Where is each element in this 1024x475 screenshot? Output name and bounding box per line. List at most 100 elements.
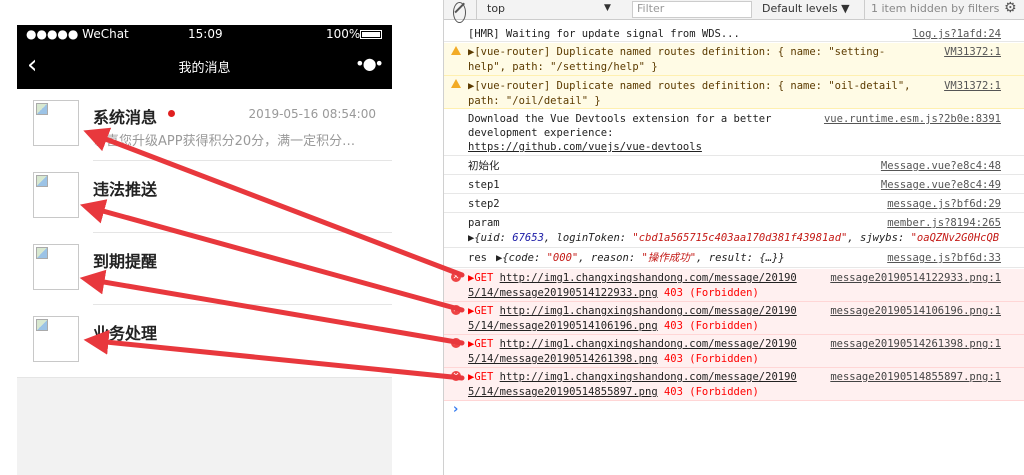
- nav-bar: ‹ 我的消息 •●•: [17, 45, 392, 89]
- source-link[interactable]: message20190514122933.png:1: [830, 271, 1001, 285]
- warning-icon: [451, 46, 461, 55]
- http-status: 403 (Forbidden): [663, 386, 759, 398]
- log-message: step2: [468, 198, 500, 210]
- http-status: 403 (Forbidden): [663, 320, 759, 332]
- phone-screen: ●●●●● WeChat 15:09 100% ‹ 我的消息 •●• 系统消息 …: [17, 25, 392, 475]
- battery-label: 100%: [326, 27, 361, 41]
- source-link[interactable]: Message.vue?e8c4:49: [881, 178, 1001, 192]
- list-item-business[interactable]: 业务处理: [17, 305, 392, 377]
- http-method: GET: [474, 371, 494, 383]
- devtools-console: top ▼ Filter Default levels ▼ 1 item hid…: [443, 0, 1024, 475]
- error-icon: ✕: [451, 338, 461, 348]
- object-preview[interactable]: ▶{code: "000", reason: "操作成功", result: {…: [496, 251, 785, 265]
- request-url[interactable]: 5/14/message20190514855897.png: [468, 386, 658, 398]
- request-url[interactable]: http://img1.changxingshandong.com/messag…: [500, 272, 797, 284]
- levels-select[interactable]: Default levels ▼: [762, 0, 850, 19]
- obj-value: "oaQZNv2G0HcQB: [910, 232, 1000, 244]
- message-list: 系统消息 2019-05-16 08:54:00 恭喜您升级APP获得积分20分…: [17, 89, 392, 378]
- obj-key: loginToken: [556, 232, 620, 244]
- log-message: ▶[vue-router] Duplicate named routes def…: [468, 80, 911, 92]
- console-row-error: ✕ ▶GET http://img1.changxingshandong.com…: [444, 368, 1024, 401]
- console-prompt-icon[interactable]: ›: [453, 402, 458, 417]
- console-row: Download the Vue Devtools extension for …: [444, 110, 1024, 156]
- request-url[interactable]: 5/14/message20190514106196.png: [468, 320, 658, 332]
- log-message: Download the Vue Devtools extension for …: [468, 113, 772, 125]
- log-message: step1: [468, 179, 500, 191]
- log-message: development experience:: [468, 127, 614, 139]
- error-icon: ✕: [451, 305, 461, 315]
- broken-image-icon: [33, 172, 79, 218]
- source-link[interactable]: member.js?8194:265: [887, 216, 1001, 230]
- more-options-icon[interactable]: •●•: [355, 54, 384, 73]
- devtools-link[interactable]: https://github.com/vuejs/vue-devtools: [468, 140, 702, 154]
- broken-image-icon: [33, 244, 79, 290]
- log-message: path: "/oil/detail" }: [468, 95, 601, 107]
- console-row: step2 message.js?bf6d:29: [444, 195, 1024, 213]
- context-select[interactable]: top: [476, 0, 607, 19]
- http-method: GET: [474, 305, 494, 317]
- object-preview[interactable]: ▶{uid: 67653, loginToken: "cbd1a565715c4…: [468, 231, 999, 245]
- console-row: step1 Message.vue?e8c4:49: [444, 176, 1024, 194]
- obj-value: "cbd1a565715c403aa170d381f43981ad": [632, 232, 848, 244]
- dropdown-arrow-icon[interactable]: ▼: [604, 0, 611, 19]
- console-row: param member.js?8194:265 ▶{uid: 67653, l…: [444, 214, 1024, 248]
- console-row-error: ✕ ▶GET http://img1.changxingshandong.com…: [444, 302, 1024, 335]
- source-link[interactable]: VM31372:1: [944, 79, 1001, 93]
- source-link[interactable]: message.js?bf6d:33: [887, 251, 1001, 265]
- obj-value: {…}: [759, 252, 779, 264]
- request-url[interactable]: 5/14/message20190514261398.png: [468, 353, 658, 365]
- log-message: ▶[vue-router] Duplicate named routes def…: [468, 46, 886, 58]
- http-status: 403 (Forbidden): [663, 353, 759, 365]
- list-item-system[interactable]: 系统消息 2019-05-16 08:54:00 恭喜您升级APP获得积分20分…: [17, 89, 392, 161]
- obj-key: uid: [480, 232, 500, 244]
- log-message: 初始化: [468, 160, 500, 172]
- request-url[interactable]: http://img1.changxingshandong.com/messag…: [500, 371, 797, 383]
- request-url[interactable]: 5/14/message20190514122933.png: [468, 287, 658, 299]
- hidden-count: 1 item hidden by filters: [864, 0, 999, 19]
- item-title: 业务处理: [93, 324, 158, 343]
- divider: [17, 377, 392, 378]
- obj-key: reason: [590, 252, 629, 264]
- request-url[interactable]: http://img1.changxingshandong.com/messag…: [500, 338, 797, 350]
- battery-icon: [360, 30, 382, 39]
- broken-image-icon: [33, 100, 79, 146]
- source-link[interactable]: Message.vue?e8c4:48: [881, 159, 1001, 173]
- item-title: 到期提醒: [93, 252, 158, 271]
- filter-input[interactable]: Filter: [632, 1, 752, 18]
- clock-label: 15:09: [188, 27, 223, 41]
- unread-dot: [168, 110, 175, 117]
- item-subtitle: 恭喜您升级APP获得积分20分，满一定积分…: [93, 134, 356, 149]
- http-status: 403 (Forbidden): [663, 287, 759, 299]
- source-link[interactable]: message.js?bf6d:29: [887, 197, 1001, 211]
- request-url[interactable]: http://img1.changxingshandong.com/messag…: [500, 305, 797, 317]
- console-row-warning: ▶[vue-router] Duplicate named routes def…: [444, 76, 1024, 109]
- item-title: 违法推送: [93, 180, 158, 199]
- carrier-label: ●●●●● WeChat: [26, 27, 129, 41]
- http-method: GET: [474, 272, 494, 284]
- obj-value: "操作成功": [641, 252, 697, 264]
- page-title: 我的消息: [178, 61, 231, 76]
- source-link[interactable]: vue.runtime.esm.js?2b0e:8391: [824, 112, 1001, 126]
- gear-icon[interactable]: ⚙: [1004, 0, 1017, 19]
- clear-console-icon[interactable]: [453, 2, 466, 23]
- broken-image-icon: [33, 316, 79, 362]
- log-message: [HMR] Waiting for update signal from WDS…: [468, 28, 740, 40]
- console-row: [HMR] Waiting for update signal from WDS…: [444, 26, 1024, 42]
- error-icon: ✕: [451, 371, 461, 381]
- obj-key: result: [708, 252, 747, 264]
- source-link[interactable]: log.js?1afd:24: [912, 27, 1001, 41]
- console-row-error: ✕ ▶GET http://img1.changxingshandong.com…: [444, 269, 1024, 302]
- item-time: 2019-05-16 08:54:00: [248, 107, 376, 121]
- console-row: 初始化 Message.vue?e8c4:48: [444, 157, 1024, 175]
- list-item-expiry[interactable]: 到期提醒: [17, 233, 392, 305]
- list-item-violation[interactable]: 违法推送: [17, 161, 392, 233]
- log-message: help", path: "/setting/help" }: [468, 61, 658, 73]
- error-icon: ✕: [451, 272, 461, 282]
- obj-key: sjwybs: [860, 232, 898, 244]
- source-link[interactable]: VM31372:1: [944, 45, 1001, 59]
- log-message: res: [468, 252, 487, 264]
- source-link[interactable]: message20190514106196.png:1: [830, 304, 1001, 318]
- status-bar: ●●●●● WeChat 15:09 100%: [17, 25, 392, 45]
- source-link[interactable]: message20190514261398.png:1: [830, 337, 1001, 351]
- source-link[interactable]: message20190514855897.png:1: [830, 370, 1001, 384]
